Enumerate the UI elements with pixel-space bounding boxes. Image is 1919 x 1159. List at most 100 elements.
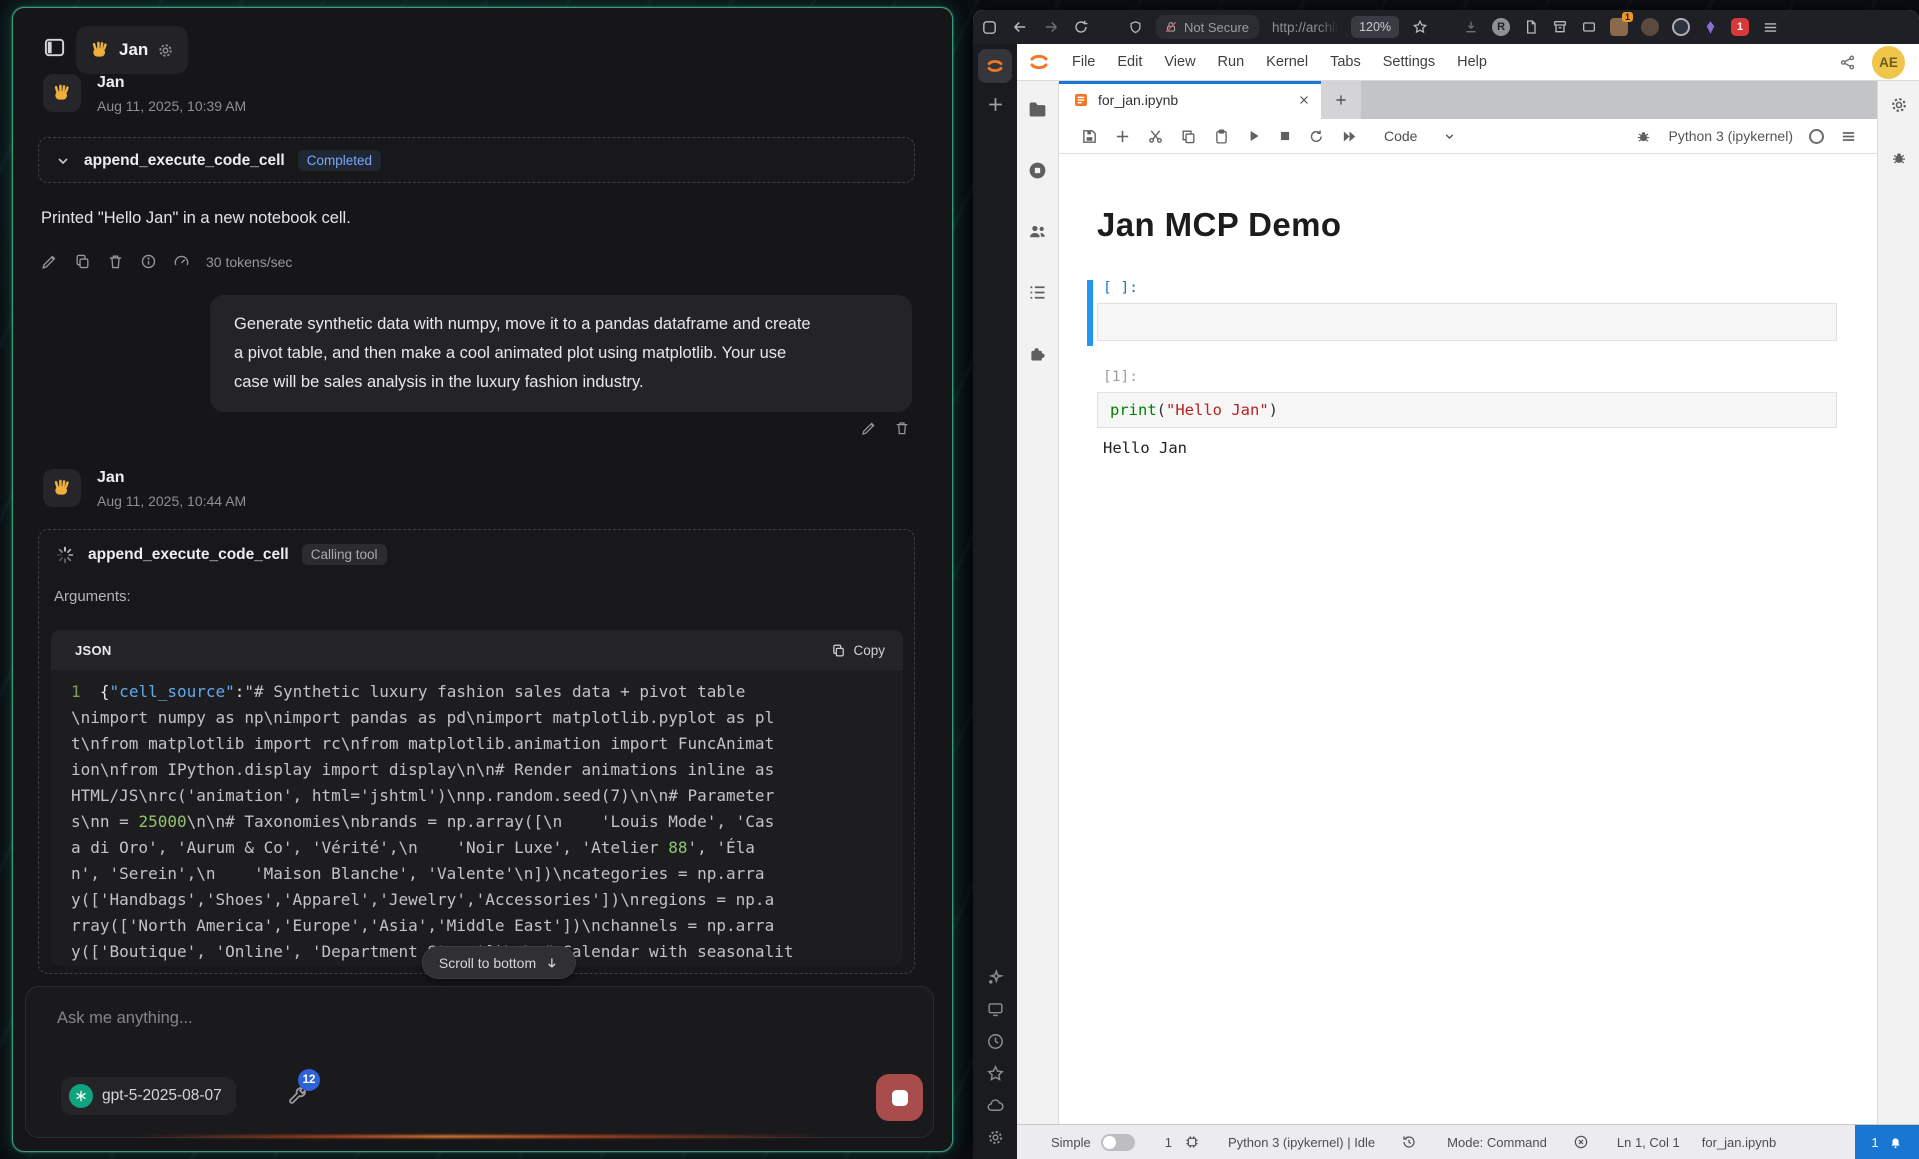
new-tab-icon[interactable]: [986, 95, 1005, 114]
message-action-row: 30 tokens/sec: [41, 253, 292, 270]
tool-call-panel[interactable]: append_execute_code_cell Completed: [38, 137, 915, 183]
restart-run-all-icon[interactable]: [1341, 128, 1358, 145]
jupyter-tab-icon[interactable]: [978, 49, 1012, 83]
menu-kernel[interactable]: Kernel: [1255, 54, 1319, 70]
file-browser-icon[interactable]: [1027, 99, 1048, 120]
downloads-icon[interactable]: [1463, 19, 1479, 35]
right-activity-bar: [1877, 81, 1919, 1124]
share-icon[interactable]: [1839, 54, 1856, 71]
sidebar-toggle-icon[interactable]: [43, 36, 66, 59]
tool-call-panel: append_execute_code_cell Calling tool Ar…: [38, 529, 915, 974]
delete-trash-icon[interactable]: [894, 420, 910, 436]
extension-monkey-icon[interactable]: 1: [1610, 18, 1628, 36]
debugger-panel-bug-icon[interactable]: [1890, 149, 1908, 167]
interrupt-kernel-icon[interactable]: [1278, 129, 1292, 143]
menu-file[interactable]: File: [1061, 54, 1106, 70]
tracking-shield-icon[interactable]: [1128, 20, 1143, 35]
notebook-tab-label: for_jan.ipynb: [1098, 92, 1178, 108]
cut-cell-icon[interactable]: [1147, 128, 1164, 145]
toolbar-menu-icon[interactable]: [1840, 128, 1857, 145]
property-inspector-gear-icon[interactable]: [1889, 95, 1909, 115]
chevron-down-icon[interactable]: [55, 153, 71, 169]
status-filename: for_jan.ipynb: [1702, 1135, 1776, 1150]
forward-icon[interactable]: [1042, 18, 1060, 36]
chat-input-placeholder[interactable]: Ask me anything...: [57, 1009, 193, 1028]
menu-view[interactable]: View: [1153, 54, 1206, 70]
kernel-history-icon[interactable]: [1401, 1134, 1417, 1150]
cell-type-dropdown[interactable]: Code: [1384, 128, 1456, 144]
stop-generation-button[interactable]: [876, 1074, 923, 1121]
extension-r-icon[interactable]: R: [1492, 18, 1510, 36]
cell-editor[interactable]: [1097, 303, 1837, 341]
restart-kernel-icon[interactable]: [1308, 128, 1325, 145]
cell-editor[interactable]: print("Hello Jan"): [1097, 392, 1837, 428]
address-bar-url[interactable]: http://archli: [1272, 20, 1338, 35]
copy-cell-icon[interactable]: [1180, 128, 1197, 145]
menu-run[interactable]: Run: [1207, 54, 1256, 70]
run-cell-icon[interactable]: [1246, 128, 1262, 144]
assistant-avatar: [43, 74, 81, 112]
workspaces-icon[interactable]: [986, 1000, 1005, 1019]
extension-window-icon[interactable]: [1581, 19, 1597, 35]
menu-edit[interactable]: Edit: [1106, 54, 1153, 70]
settings-gear-icon[interactable]: [986, 1128, 1005, 1147]
bookmarks-star-icon[interactable]: [986, 1064, 1005, 1083]
json-code-block: JSON Copy 1 {"cell_source":"# Synthetic …: [51, 630, 903, 966]
kernel-status-label[interactable]: Python 3 (ipykernel) | Idle: [1228, 1135, 1375, 1150]
notebook-tab[interactable]: for_jan.ipynb: [1059, 81, 1321, 119]
model-selector[interactable]: gpt-5-2025-08-07: [61, 1077, 236, 1115]
extension-page-icon[interactable]: [1523, 19, 1539, 35]
message-timestamp: Aug 11, 2025, 10:44 AM: [97, 493, 246, 509]
scroll-to-bottom-button[interactable]: Scroll to bottom: [422, 946, 576, 979]
message-timestamp: Aug 11, 2025, 10:39 AM: [97, 98, 246, 114]
user-avatar[interactable]: AE: [1872, 46, 1905, 79]
edit-pencil-icon[interactable]: [861, 420, 877, 436]
window-tile-icon[interactable]: [981, 19, 998, 36]
extension-diamond-icon[interactable]: [1703, 20, 1718, 35]
update-notification-badge[interactable]: 1: [1731, 18, 1749, 36]
kernel-name-button[interactable]: Python 3 (ipykernel): [1668, 128, 1793, 144]
menu-tabs[interactable]: Tabs: [1319, 54, 1372, 70]
cell-collapser[interactable]: [1087, 280, 1093, 346]
reload-icon[interactable]: [1073, 19, 1089, 35]
extension-manager-icon[interactable]: [1027, 343, 1048, 364]
code-cell-empty[interactable]: [ ]:: [1097, 280, 1837, 341]
close-tab-icon[interactable]: [1297, 93, 1311, 107]
speed-gauge-icon: [173, 253, 190, 270]
thread-settings-gear-icon[interactable]: [157, 42, 174, 59]
code-paren: ): [1269, 401, 1278, 419]
menu-help[interactable]: Help: [1446, 54, 1498, 70]
copy-icon[interactable]: [74, 253, 91, 270]
history-clock-icon[interactable]: [986, 1032, 1005, 1051]
thread-title-pill[interactable]: Jan: [76, 26, 188, 74]
new-launcher-tab[interactable]: [1321, 81, 1361, 119]
insert-cell-icon[interactable]: [1114, 128, 1131, 145]
back-icon[interactable]: [1011, 18, 1029, 36]
copy-code-button[interactable]: Copy: [831, 643, 885, 658]
sparkle-ai-icon[interactable]: [986, 968, 1005, 987]
security-indicator[interactable]: Not Secure: [1156, 15, 1259, 39]
code-content[interactable]: 1 {"cell_source":"# Synthetic luxury fas…: [51, 670, 903, 965]
menu-settings[interactable]: Settings: [1372, 54, 1446, 70]
code-cell-executed[interactable]: [1]: print("Hello Jan") Hello Jan: [1097, 369, 1837, 457]
collaboration-users-icon[interactable]: [1027, 221, 1048, 242]
bookmark-star-icon[interactable]: [1412, 19, 1428, 35]
debugger-bug-icon[interactable]: [1635, 128, 1652, 145]
save-icon[interactable]: [1081, 128, 1098, 145]
chat-composer[interactable]: Ask me anything... gpt-5-2025-08-07 12: [25, 986, 934, 1138]
info-icon[interactable]: [140, 253, 157, 270]
simple-mode-toggle[interactable]: [1101, 1134, 1135, 1151]
browser-menu-icon[interactable]: [1762, 19, 1779, 36]
paste-cell-icon[interactable]: [1213, 128, 1230, 145]
sync-cloud-icon[interactable]: [986, 1096, 1005, 1115]
notification-box[interactable]: 1: [1855, 1125, 1919, 1159]
running-kernels-icon[interactable]: [1027, 160, 1048, 181]
table-of-contents-icon[interactable]: [1027, 282, 1048, 303]
extension-lock-circle-icon[interactable]: [1672, 18, 1690, 36]
zoom-level-chip[interactable]: 120%: [1351, 16, 1399, 38]
edit-pencil-icon[interactable]: [41, 253, 58, 270]
extension-goggles-icon[interactable]: [1641, 18, 1659, 36]
delete-trash-icon[interactable]: [107, 253, 124, 270]
extension-archive-icon[interactable]: [1552, 19, 1568, 35]
terminal-chip-icon[interactable]: [1184, 1134, 1200, 1150]
